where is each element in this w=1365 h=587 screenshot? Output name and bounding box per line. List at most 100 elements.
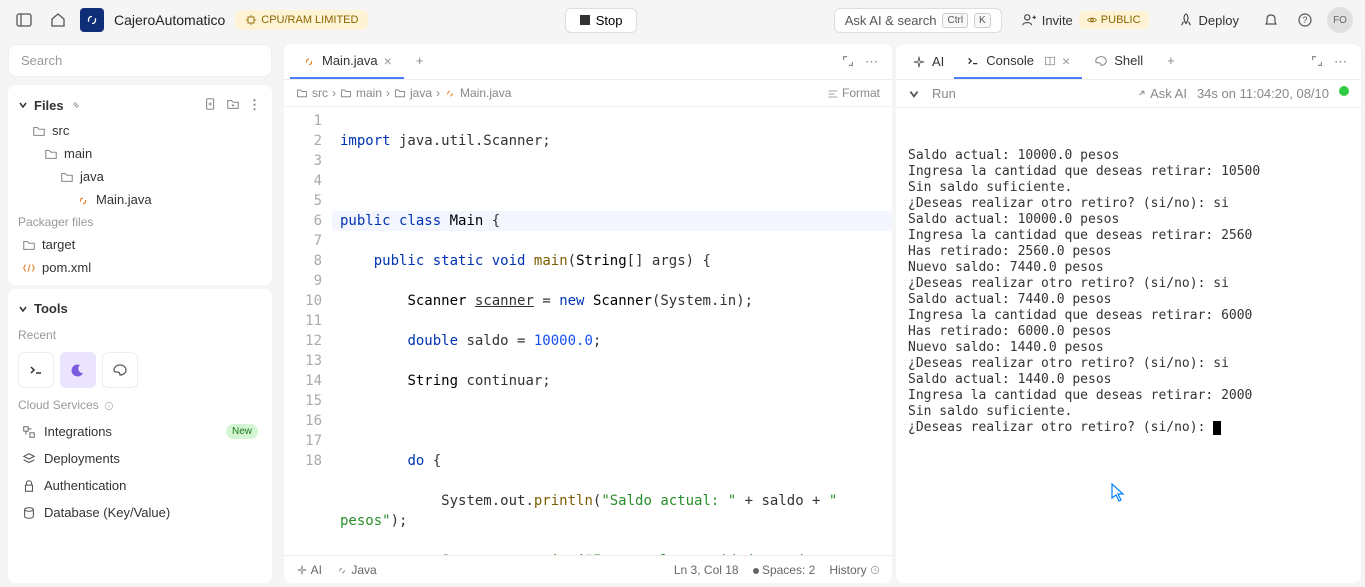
- stop-button[interactable]: Stop: [565, 8, 638, 33]
- sidebar-toggle-icon[interactable]: [12, 8, 36, 32]
- chevron-down-icon[interactable]: [908, 88, 920, 100]
- breadcrumb[interactable]: src› main› java› Main.java: [296, 86, 511, 100]
- more-icon[interactable]: ⋯: [1334, 54, 1349, 70]
- rocket-icon: [1179, 13, 1193, 27]
- avatar[interactable]: FO: [1327, 7, 1353, 33]
- mouse-cursor-icon: [1111, 483, 1127, 503]
- service-integrations[interactable]: Integrations New: [12, 418, 268, 445]
- chevron-down-icon: [18, 304, 28, 314]
- service-authentication[interactable]: Authentication: [12, 472, 268, 499]
- project-name[interactable]: CajeroAutomatico: [114, 12, 225, 28]
- more-icon[interactable]: ⋯: [865, 54, 880, 70]
- java-icon: [336, 564, 348, 576]
- java-file-icon: [76, 193, 90, 207]
- file-main-java[interactable]: Main.java: [8, 188, 272, 211]
- svg-text:?: ?: [1303, 15, 1308, 25]
- history-button[interactable]: History: [829, 563, 880, 577]
- tool-console[interactable]: [18, 352, 54, 388]
- tab-ai[interactable]: AI: [902, 48, 954, 75]
- folder-main[interactable]: main: [8, 142, 272, 165]
- sparkle-icon: [296, 564, 308, 576]
- shell-icon: [112, 362, 128, 378]
- packager-files-label: Packager files: [8, 211, 272, 233]
- status-dot-running: [1339, 86, 1349, 96]
- share-icon: [1135, 89, 1147, 101]
- folder-icon: [60, 170, 74, 184]
- folder-icon: [296, 87, 308, 99]
- code-content[interactable]: import java.util.Scanner; public class M…: [332, 107, 892, 555]
- svg-text:i: i: [108, 404, 109, 410]
- split-icon[interactable]: [1044, 55, 1056, 67]
- cursor-position[interactable]: Ln 3, Col 18: [674, 563, 739, 577]
- terminal-icon: [966, 54, 980, 68]
- tool-debugger[interactable]: [60, 352, 96, 388]
- status-lang[interactable]: Java: [336, 563, 377, 577]
- bell-icon[interactable]: [1259, 8, 1283, 32]
- integrations-icon: [22, 425, 36, 439]
- tab-console[interactable]: Console ×: [954, 45, 1082, 79]
- status-ai[interactable]: AI: [296, 563, 322, 577]
- new-tab-button[interactable]: +: [1155, 45, 1187, 78]
- eye-icon: [1087, 15, 1097, 25]
- lock-icon: [22, 479, 36, 493]
- new-tab-button[interactable]: +: [404, 45, 436, 78]
- layers-icon: [22, 452, 36, 466]
- new-badge: New: [226, 424, 258, 439]
- line-gutter: 123456789 10 11 12131415 161718: [284, 107, 332, 555]
- expand-icon[interactable]: [1310, 54, 1324, 68]
- ask-ai-link[interactable]: Ask AI: [1135, 86, 1187, 101]
- xml-file-icon: [22, 261, 36, 275]
- tool-shell[interactable]: [102, 352, 138, 388]
- java-file-icon: [302, 54, 316, 68]
- code-editor[interactable]: 123456789 10 11 12131415 161718 import j…: [284, 107, 892, 555]
- invite-button[interactable]: Invite PUBLIC: [1012, 7, 1159, 33]
- stop-icon: [580, 15, 590, 25]
- expand-icon[interactable]: [841, 54, 855, 68]
- folder-icon: [22, 238, 36, 252]
- format-button[interactable]: Format: [827, 86, 880, 100]
- project-icon: [80, 8, 104, 32]
- topbar: CajeroAutomatico CPU/RAM LIMITED Stop As…: [0, 0, 1365, 40]
- service-deployments[interactable]: Deployments: [12, 445, 268, 472]
- terminal-icon: [28, 362, 44, 378]
- sparkle-icon: [912, 55, 926, 69]
- folder-src[interactable]: src: [8, 119, 272, 142]
- tab-main-java[interactable]: Main.java ×: [290, 45, 404, 79]
- cpu-limited-badge[interactable]: CPU/RAM LIMITED: [235, 10, 368, 30]
- cpu-icon: [245, 14, 257, 26]
- tools-panel-header[interactable]: Tools: [8, 295, 272, 322]
- cloud-services-label: Cloud Services i: [8, 392, 272, 418]
- editor-statusbar: AI Java Ln 3, Col 18 Spaces: 2 History: [284, 555, 892, 583]
- service-database[interactable]: Database (Key/Value): [12, 499, 268, 526]
- close-tab-icon[interactable]: ×: [384, 53, 392, 69]
- deploy-button[interactable]: Deploy: [1169, 9, 1249, 32]
- run-timestamp: 34s on 11:04:20, 08/10: [1197, 86, 1329, 101]
- tab-shell[interactable]: Shell: [1082, 45, 1155, 78]
- spaces-indicator[interactable]: Spaces: 2: [753, 563, 816, 577]
- new-file-icon[interactable]: [204, 97, 218, 111]
- public-badge: PUBLIC: [1079, 11, 1149, 29]
- chevron-down-icon: [18, 100, 28, 110]
- home-icon[interactable]: [46, 8, 70, 32]
- console-output[interactable]: Saldo actual: 10000.0 pesosIngresa la ca…: [896, 108, 1361, 583]
- close-tab-icon[interactable]: ×: [1062, 53, 1070, 69]
- help-icon[interactable]: ?: [1293, 8, 1317, 32]
- new-folder-icon[interactable]: [226, 97, 240, 111]
- clock-icon: [870, 565, 880, 575]
- link-icon: [70, 99, 82, 111]
- folder-icon: [340, 87, 352, 99]
- folder-icon: [394, 87, 406, 99]
- sidebar-search-input[interactable]: Search: [8, 44, 272, 77]
- more-icon[interactable]: ⋮: [248, 97, 262, 113]
- ask-ai-search-button[interactable]: Ask AI & search Ctrl K: [834, 8, 1002, 33]
- folder-java[interactable]: java: [8, 165, 272, 188]
- editor-pane: Main.java × + ⋯ src› main› java› Main.ja…: [284, 44, 892, 583]
- folder-target[interactable]: target: [8, 233, 272, 256]
- folder-icon: [44, 147, 58, 161]
- folder-icon: [32, 124, 46, 138]
- run-label[interactable]: Run: [932, 86, 956, 101]
- user-plus-icon: [1022, 13, 1036, 27]
- file-pom-xml[interactable]: pom.xml: [8, 256, 272, 279]
- files-panel-header[interactable]: Files ⋮: [8, 91, 272, 119]
- sidebar: Search Files ⋮ src main: [0, 40, 280, 587]
